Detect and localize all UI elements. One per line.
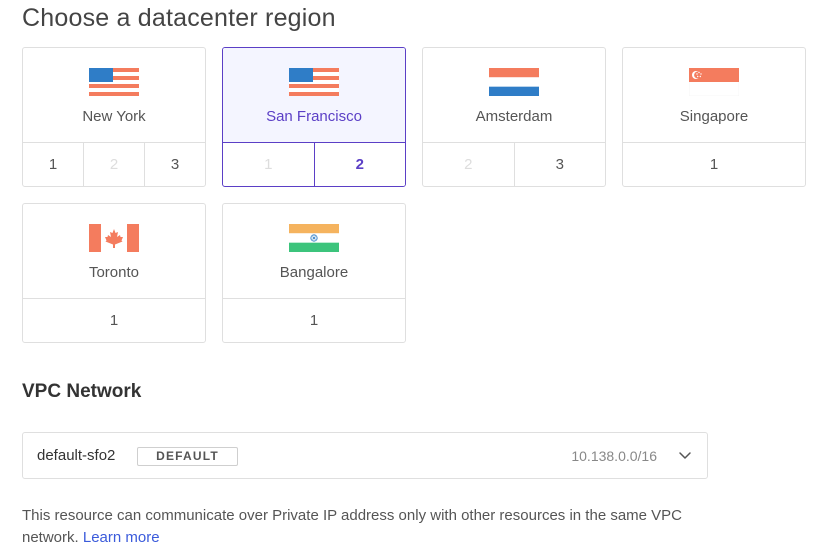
datacenter-sfo1: 1 — [223, 143, 315, 186]
vpc-ip-range: 10.138.0.0/16 — [571, 448, 657, 464]
datacenter-ams2: 2 — [423, 143, 515, 186]
region-option-san-francisco[interactable]: San Francisco — [223, 48, 405, 143]
region-option-toronto[interactable]: Toronto — [23, 204, 205, 299]
usa-flag-icon — [289, 68, 339, 96]
vpc-network-select[interactable]: default-sfo2 DEFAULT 10.138.0.0/16 — [22, 432, 708, 479]
vpc-help-text: This resource can communicate over Priva… — [22, 505, 712, 549]
region-name: Amsterdam — [475, 108, 553, 125]
chevron-down-icon[interactable] — [677, 447, 693, 463]
vpc-selected-name: default-sfo2 — [37, 447, 116, 464]
datacenter-nyc2: 2 — [84, 143, 145, 186]
region-card-amsterdam: Amsterdam 2 3 — [422, 47, 606, 187]
default-badge: DEFAULT — [137, 447, 238, 466]
region-option-amsterdam[interactable]: Amsterdam — [423, 48, 605, 143]
canada-flag-icon — [89, 224, 139, 252]
region-name: Bangalore — [279, 264, 349, 281]
region-card-san-francisco: San Francisco 1 2 — [222, 47, 406, 187]
datacenter-sfo2[interactable]: 2 — [314, 143, 405, 186]
region-card-toronto: Toronto 1 — [22, 203, 206, 343]
datacenter-nyc1[interactable]: 1 — [23, 143, 84, 186]
region-card-new-york: New York 1 2 3 — [22, 47, 206, 187]
region-option-singapore[interactable]: Singapore — [623, 48, 805, 143]
region-name: New York — [82, 108, 146, 125]
region-option-bangalore[interactable]: Bangalore — [223, 204, 405, 299]
region-name: Toronto — [88, 264, 140, 281]
datacenter-sgp1[interactable]: 1 — [623, 143, 805, 186]
netherlands-flag-icon — [489, 68, 539, 96]
india-flag-icon — [289, 224, 339, 252]
learn-more-link[interactable]: Learn more — [83, 529, 160, 546]
region-option-new-york[interactable]: New York — [23, 48, 205, 143]
region-name: San Francisco — [266, 108, 362, 125]
datacenter-tor1[interactable]: 1 — [23, 299, 205, 342]
usa-flag-icon — [89, 68, 139, 96]
datacenter-ams3[interactable]: 3 — [515, 143, 606, 186]
singapore-flag-icon — [689, 68, 739, 96]
datacenter-blr1[interactable]: 1 — [223, 299, 405, 342]
region-name: Singapore — [679, 108, 749, 125]
page-title: Choose a datacenter region — [22, 4, 336, 32]
region-card-singapore: Singapore 1 — [622, 47, 806, 187]
region-card-bangalore: Bangalore 1 — [222, 203, 406, 343]
vpc-network-title: VPC Network — [22, 381, 142, 402]
datacenter-nyc3[interactable]: 3 — [145, 143, 205, 186]
